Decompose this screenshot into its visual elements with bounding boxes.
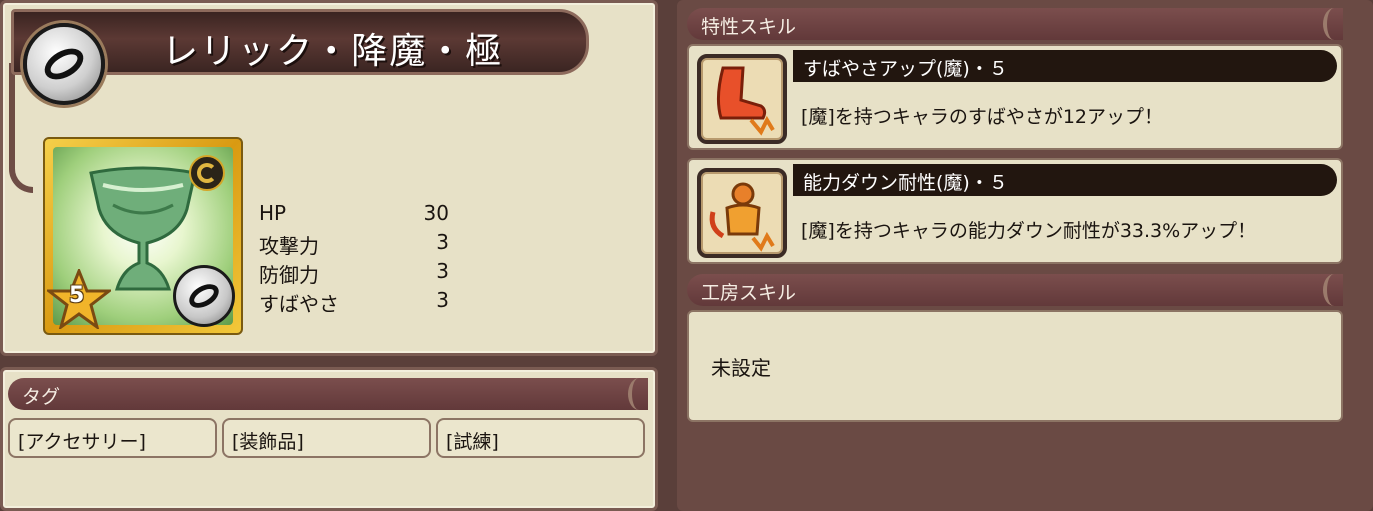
skill-description: [魔]を持つキャラの能力ダウン耐性が33.3%アップ！ — [801, 220, 1257, 242]
tag-label: [アクセサリー] — [18, 431, 146, 453]
tag-label: [装飾品] — [232, 431, 304, 453]
stat-value: 3 — [436, 288, 449, 312]
tag-trial[interactable]: [試練] — [436, 418, 645, 458]
stat-row-hp: HP 30 — [259, 201, 449, 230]
tag-accessory[interactable]: [アクセサリー] — [8, 418, 217, 458]
header-curl-icon — [1323, 274, 1345, 306]
workshop-header: 工房スキル — [687, 274, 1343, 306]
item-card[interactable]: 5 — [43, 137, 243, 335]
skill-name: 能力ダウン耐性(魔)・５ — [793, 164, 1337, 196]
tags-header: タグ — [8, 378, 648, 410]
stat-row-speed: すばやさ 3 — [259, 288, 449, 317]
header-curl-icon — [1323, 8, 1345, 40]
stat-row-defense: 防御力 3 — [259, 259, 449, 288]
stat-label: 防御力 — [259, 263, 319, 287]
element-swirl-icon — [189, 155, 225, 191]
rarity-star: 5 — [44, 266, 114, 331]
stat-label: すばやさ — [259, 292, 339, 316]
stat-value: 3 — [436, 230, 449, 254]
skill-name: すばやさアップ(魔)・５ — [793, 50, 1337, 82]
tag-label: [試練] — [446, 431, 499, 453]
skill-card-resist[interactable]: 能力ダウン耐性(魔)・５ [魔]を持つキャラの能力ダウン耐性が33.3%アップ！ — [687, 158, 1343, 264]
stats-list: HP 30 攻撃力 3 防御力 3 すばやさ 3 — [259, 201, 449, 317]
accessory-ring-icon — [23, 23, 105, 105]
resist-figure-icon — [697, 168, 787, 258]
traits-header-label: 特性スキル — [701, 16, 797, 38]
workshop-skill-box[interactable]: 未設定 — [687, 310, 1343, 422]
stat-row-attack: 攻撃力 3 — [259, 230, 449, 259]
header-curl-icon — [628, 378, 650, 410]
traits-header: 特性スキル — [687, 8, 1343, 40]
ring-badge-icon — [173, 265, 235, 327]
item-detail-panel: レリック・降魔・極 5 HP 30 攻撃力 3 防御力 3 すばやさ 3 — [0, 0, 658, 356]
rarity-value: 5 — [69, 283, 85, 308]
skill-description: [魔]を持つキャラのすばやさが12アップ！ — [801, 106, 1164, 128]
workshop-header-label: 工房スキル — [701, 282, 797, 304]
stat-label: HP — [259, 201, 287, 225]
skill-card-speed[interactable]: すばやさアップ(魔)・５ [魔]を持つキャラのすばやさが12アップ！ — [687, 44, 1343, 150]
stat-label: 攻撃力 — [259, 234, 319, 258]
boot-icon — [697, 54, 787, 144]
stat-value: 30 — [423, 201, 449, 225]
workshop-value: 未設定 — [711, 356, 771, 380]
tags-header-label: タグ — [22, 386, 61, 408]
item-title: レリック・降魔・極 — [162, 31, 504, 72]
tag-ornament[interactable]: [装飾品] — [222, 418, 431, 458]
stat-value: 3 — [436, 259, 449, 283]
